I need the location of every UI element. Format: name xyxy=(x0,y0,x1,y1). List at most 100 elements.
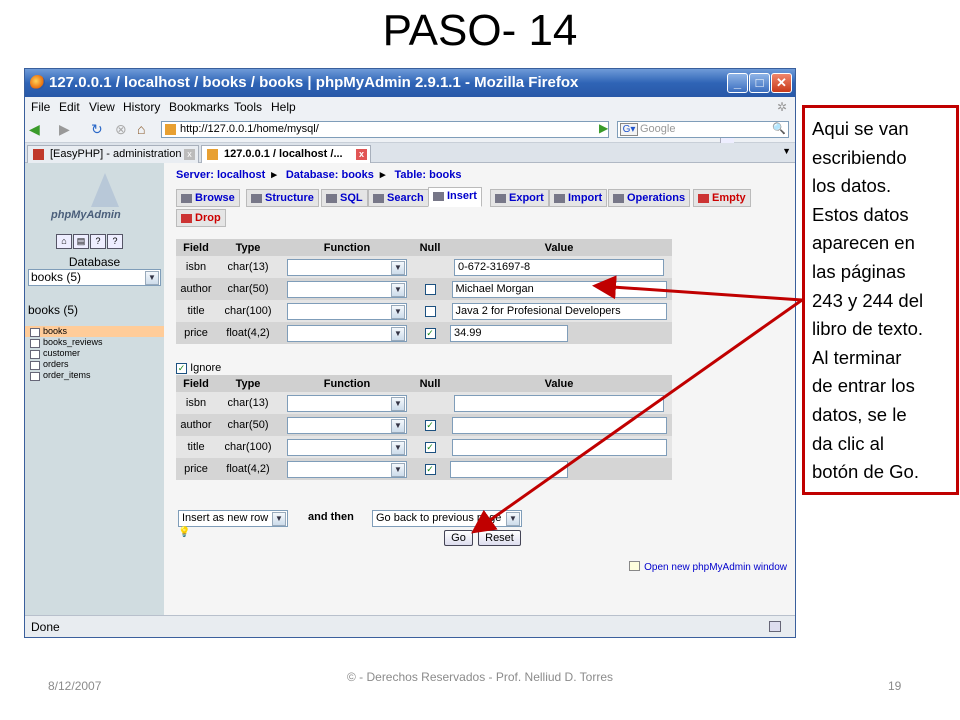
tab-close-icon[interactable]: x xyxy=(184,149,195,160)
tab-structure[interactable]: Structure xyxy=(246,189,319,207)
function-select[interactable]: ▼ xyxy=(287,280,407,298)
go-button[interactable]: Go xyxy=(444,530,473,546)
export-icon xyxy=(495,194,506,203)
table-link-books[interactable]: books xyxy=(25,326,164,337)
go-arrow-icon[interactable]: ▶ xyxy=(599,121,608,135)
docs-icon[interactable]: ? xyxy=(90,234,106,249)
field-name: isbn xyxy=(176,256,216,278)
tab-search[interactable]: Search xyxy=(368,189,429,207)
back-icon[interactable]: ◀ xyxy=(29,121,40,137)
value-input[interactable]: 34.99 xyxy=(450,324,568,342)
callout-line: libro de texto. xyxy=(812,318,924,340)
function-select[interactable]: ▼ xyxy=(287,460,407,478)
value-input[interactable] xyxy=(454,394,664,412)
value-input[interactable]: Java 2 for Profesional Developers xyxy=(451,302,667,320)
forward-icon[interactable]: ▶ xyxy=(59,121,70,137)
ignore-checkbox[interactable]: ✓ xyxy=(176,362,187,374)
breadcrumb-database[interactable]: Database: books xyxy=(286,169,374,181)
menu-history[interactable]: History xyxy=(123,100,160,114)
function-select[interactable]: ▼ xyxy=(287,258,407,276)
callout-line: escribiendo xyxy=(812,146,907,168)
home-icon[interactable]: ⌂ xyxy=(137,121,145,137)
table-link-orders[interactable]: orders xyxy=(25,359,164,370)
function-select[interactable]: ▼ xyxy=(287,394,407,412)
tab-drop[interactable]: Drop xyxy=(176,209,226,227)
reset-button[interactable]: Reset xyxy=(478,530,521,546)
phpmyadmin-logo[interactable]: phpMyAdmin xyxy=(47,173,147,223)
value-input[interactable]: 0-672-31697-8 xyxy=(454,258,664,276)
search-icon[interactable]: 🔍 xyxy=(772,122,786,137)
database-select[interactable]: books (5) ▼ xyxy=(28,269,161,286)
column-header: Value xyxy=(446,239,672,256)
null-checkbox-checked[interactable]: ✓ xyxy=(424,463,436,475)
tab-phpmyadmin[interactable]: 127.0.0.1 / localhost /... x xyxy=(201,145,371,163)
callout-line: Aqui se van xyxy=(812,118,909,139)
search-input[interactable]: G▾ Google 🔍 xyxy=(617,121,789,138)
function-select[interactable]: ▼ xyxy=(287,438,407,456)
minimize-icon[interactable]: _ xyxy=(727,73,748,93)
reload-icon[interactable]: ↻ xyxy=(91,121,103,137)
menu-file[interactable]: File xyxy=(31,100,50,114)
tab-import[interactable]: Import xyxy=(549,189,608,207)
breadcrumb-table[interactable]: Table: books xyxy=(394,169,461,181)
sql-query-icon[interactable]: ▤ xyxy=(73,234,89,249)
value-input[interactable] xyxy=(451,438,667,456)
menu-bookmarks[interactable]: Bookmarks xyxy=(169,100,229,114)
tab-close-icon[interactable]: x xyxy=(356,149,367,160)
tab-label: 127.0.0.1 / localhost /... xyxy=(224,148,343,160)
value-input[interactable] xyxy=(450,460,568,478)
null-checkbox-checked[interactable]: ✓ xyxy=(424,419,436,431)
callout-box: Aqui se van escribiendo los datos. Estos… xyxy=(802,105,959,495)
after-insert-select[interactable]: Go back to previous page ▼ xyxy=(372,510,522,527)
value-input[interactable]: Michael Morgan xyxy=(451,280,667,298)
column-header: Type xyxy=(216,239,280,256)
value-input[interactable] xyxy=(451,416,667,434)
ignore-option[interactable]: ✓ Ignore xyxy=(176,362,221,374)
close-icon[interactable]: ✕ xyxy=(771,73,792,93)
menu-edit[interactable]: Edit xyxy=(59,100,80,114)
null-checkbox-checked[interactable]: ✓ xyxy=(424,441,436,453)
table-link-books-reviews[interactable]: books_reviews xyxy=(25,337,164,348)
page-content: phpMyAdmin ⌂ ▤?? Database books (5) ▼ boo… xyxy=(25,163,795,615)
table-link-customer[interactable]: customer xyxy=(25,348,164,359)
field-name: title xyxy=(176,436,216,458)
callout-line: botón de Go. xyxy=(812,461,919,483)
maximize-icon[interactable]: □ xyxy=(749,73,770,93)
home-icon[interactable]: ⌂ xyxy=(56,234,72,249)
insert-mode-select[interactable]: Insert as new row ▼ xyxy=(178,510,288,527)
function-select[interactable]: ▼ xyxy=(287,416,407,434)
footer-date: 8/12/2007 xyxy=(48,679,102,693)
search-icon xyxy=(373,194,384,203)
help-icon[interactable]: ? xyxy=(107,234,123,249)
tab-operations[interactable]: Operations xyxy=(608,189,691,207)
menu-help[interactable]: Help xyxy=(271,100,296,114)
breadcrumb-server[interactable]: Server: localhost xyxy=(176,169,265,181)
null-checkbox[interactable] xyxy=(424,283,436,295)
tab-export[interactable]: Export xyxy=(490,189,549,207)
status-icon xyxy=(769,621,781,632)
tab-insert[interactable]: Insert xyxy=(428,187,482,207)
tab-easyphp[interactable]: [EasyPHP] - administration x xyxy=(27,145,199,163)
tab-sql[interactable]: SQL xyxy=(321,189,368,207)
throbber-icon: ✲ xyxy=(777,100,788,114)
database-title[interactable]: books (5) xyxy=(28,303,78,317)
function-select[interactable]: ▼ xyxy=(287,302,407,320)
table-link-order-items[interactable]: order_items xyxy=(25,370,164,381)
open-new-window-link[interactable]: Open new phpMyAdmin window xyxy=(629,561,787,573)
tab-bar: [EasyPHP] - administration x 127.0.0.1 /… xyxy=(25,143,795,163)
tab-list-icon[interactable]: ▼ xyxy=(782,146,791,156)
chevron-down-icon: ▼ xyxy=(391,304,405,319)
menu-tools[interactable]: Tools xyxy=(234,100,262,114)
table-row: isbn char(13) ▼ xyxy=(176,392,672,414)
null-checkbox-checked[interactable]: ✓ xyxy=(424,327,436,339)
null-checkbox[interactable] xyxy=(424,305,436,317)
tab-empty[interactable]: Empty xyxy=(693,189,751,207)
url-bar[interactable]: http://127.0.0.1/home/mysql/ ▼ xyxy=(161,121,734,143)
google-engine-icon[interactable]: G▾ xyxy=(620,123,638,136)
menu-view[interactable]: View xyxy=(89,100,115,114)
function-select[interactable]: ▼ xyxy=(287,324,407,342)
stop-icon[interactable]: ⊗ xyxy=(115,121,127,137)
operations-icon xyxy=(613,194,624,203)
pma-navigation: phpMyAdmin ⌂ ▤?? Database books (5) ▼ boo… xyxy=(25,163,164,615)
tab-browse[interactable]: Browse xyxy=(176,189,240,207)
